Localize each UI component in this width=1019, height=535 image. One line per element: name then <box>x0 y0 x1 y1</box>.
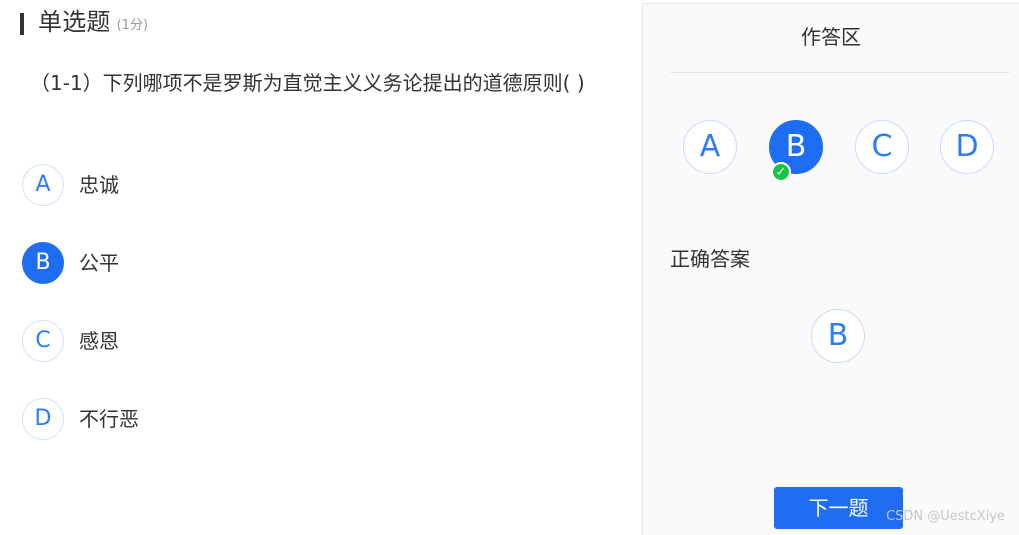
section-header: 单选题 (1分) <box>20 5 148 39</box>
option-a-badge[interactable]: A <box>22 164 64 206</box>
question-pane: 单选题 (1分) （1-1）下列哪项不是罗斯为直觉主义义务论提出的道德原则( )… <box>0 0 640 535</box>
correct-answer-label: 正确答案 <box>670 247 750 271</box>
option-c-row[interactable]: C 感恩 <box>22 319 582 363</box>
answer-panel-divider <box>670 72 1010 73</box>
section-title: 单选题 <box>38 8 111 36</box>
section-score: (1分) <box>116 18 149 33</box>
next-question-button[interactable]: 下一题 <box>774 487 903 529</box>
option-b-row[interactable]: B 公平 <box>22 241 582 285</box>
option-a-text[interactable]: 忠诚 <box>79 163 119 207</box>
answer-choice-d[interactable]: D <box>940 120 994 174</box>
answer-choice-a[interactable]: A <box>683 120 737 174</box>
section-marker <box>20 12 24 35</box>
watermark: CSDN @UestcXiye <box>886 509 1005 524</box>
answer-panel: 作答区 A B C D ✓ 正确答案 B 下一题 <box>642 3 1019 535</box>
quiz-page: 单选题 (1分) （1-1）下列哪项不是罗斯为直觉主义义务论提出的道德原则( )… <box>0 0 1019 535</box>
correct-answer-bubble: B <box>811 309 865 363</box>
option-c-badge[interactable]: C <box>22 320 64 362</box>
question-text: （1-1）下列哪项不是罗斯为直觉主义义务论提出的道德原则( ) <box>30 71 585 95</box>
option-d-row[interactable]: D 不行恶 <box>22 397 582 441</box>
check-icon: ✓ <box>771 162 791 182</box>
option-a-row[interactable]: A 忠诚 <box>22 163 582 207</box>
answer-choice-c[interactable]: C <box>855 120 909 174</box>
option-c-text[interactable]: 感恩 <box>79 319 119 363</box>
option-d-text[interactable]: 不行恶 <box>79 397 139 441</box>
answer-choice-group: A B C D <box>683 120 1003 176</box>
option-b-text[interactable]: 公平 <box>79 241 119 285</box>
answer-panel-title: 作答区 <box>801 25 861 49</box>
option-d-badge[interactable]: D <box>22 398 64 440</box>
option-b-badge[interactable]: B <box>22 242 64 284</box>
option-list: A 忠诚 B 公平 C 感恩 D 不行恶 <box>22 163 582 475</box>
